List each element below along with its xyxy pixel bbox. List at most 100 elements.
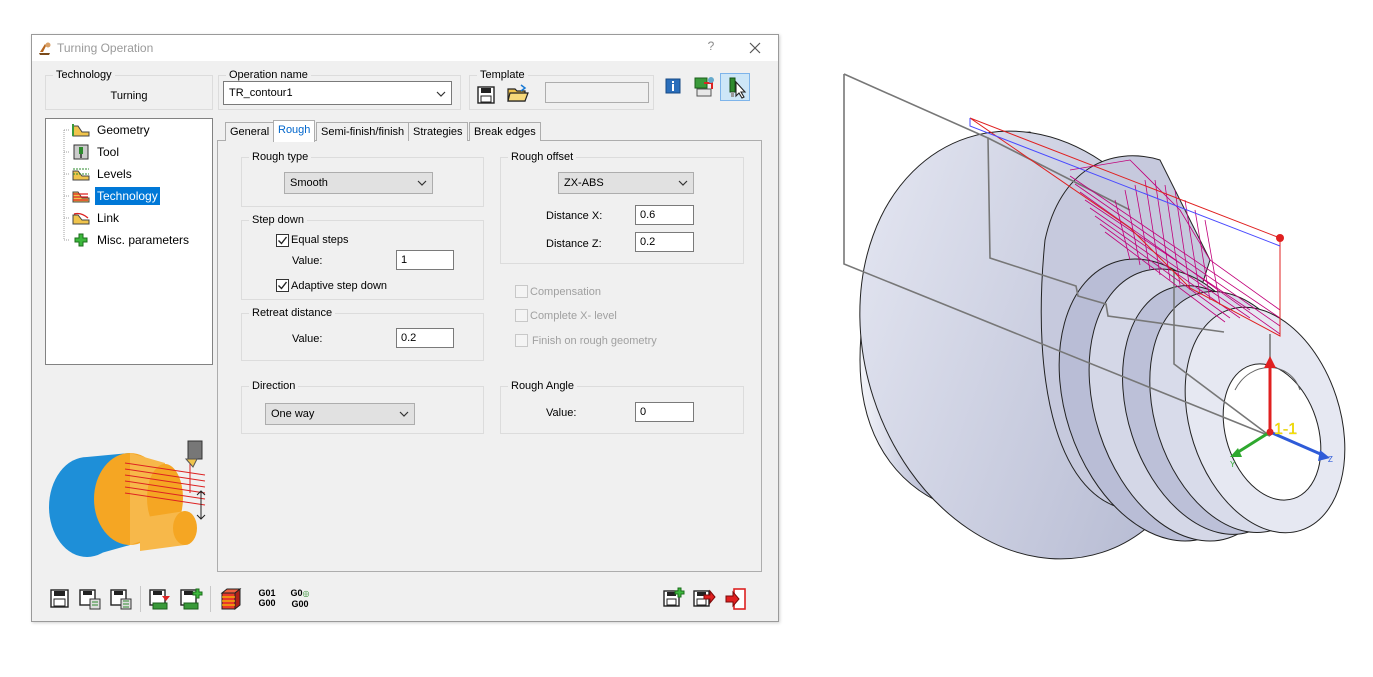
rough-type-value: Smooth [290, 177, 328, 189]
tab-general[interactable]: General [225, 122, 275, 141]
gcode-g01-button[interactable]: G01 G00 [254, 588, 280, 608]
gcode-g0-button[interactable]: G0◎ G00 [286, 588, 314, 609]
retreat-value-label: Value: [292, 333, 323, 345]
tree-item-label: Technology [95, 187, 160, 205]
step-value-label: Value: [292, 255, 323, 267]
finish-rough-label: Finish on rough geometry [532, 335, 657, 347]
save-copy-icon[interactable] [78, 587, 102, 611]
title-bar: Turning Operation ? [32, 35, 778, 61]
step-down-label: Step down [249, 214, 307, 226]
tab-semi-finish[interactable]: Semi-finish/finish [316, 122, 410, 141]
info-icon[interactable] [665, 78, 681, 94]
compensation-label: Compensation [530, 286, 601, 298]
levels-icon [72, 168, 90, 181]
turning-illustration [49, 440, 206, 557]
distance-z-label: Distance Z: [546, 238, 602, 250]
tab-rough[interactable]: Rough [273, 120, 316, 142]
rough-angle-field[interactable] [635, 402, 694, 422]
chevron-down-icon [436, 91, 446, 97]
retreat-value-input[interactable] [397, 329, 453, 347]
tab-strategies[interactable]: Strategies [408, 122, 468, 141]
tool-icon [73, 144, 89, 160]
rough-angle-input[interactable] [636, 403, 693, 421]
stock-icon[interactable] [219, 587, 243, 611]
step-value-input[interactable] [397, 251, 453, 269]
gcode-g00-text: G00 [258, 598, 276, 608]
gcode-g0-text: G0◎ [286, 588, 314, 599]
rough-offset-label: Rough offset [508, 151, 577, 163]
link-icon [72, 212, 90, 225]
technology-icon [72, 191, 90, 203]
help-button[interactable]: ? [696, 39, 726, 57]
rough-angle-group: Rough Angle [500, 380, 744, 434]
chevron-down-icon [399, 411, 409, 417]
rough-type-label: Rough type [249, 151, 312, 163]
save-next-icon[interactable] [692, 587, 716, 611]
complete-x-level-label: Complete X- level [530, 310, 617, 322]
plus-icon [74, 233, 88, 247]
equal-steps-checkbox[interactable] [276, 234, 289, 247]
gcode-circle-icon: ◎ [302, 589, 310, 598]
compensation-checkbox[interactable] [515, 285, 528, 298]
technology-value: Turning [110, 90, 148, 102]
gcode-g0-label: G0 [290, 588, 303, 598]
exit-icon[interactable] [724, 587, 748, 611]
window-title: Turning Operation [57, 41, 154, 55]
checkmark-icon [278, 281, 288, 290]
template-input [546, 83, 648, 102]
template-field [545, 82, 649, 103]
step-value-field[interactable] [396, 250, 454, 270]
distance-z-input[interactable] [636, 233, 693, 251]
distance-z-field[interactable] [635, 232, 694, 252]
navigation-tree: Geometry Tool Levels Technology Link Mis… [45, 118, 213, 365]
operation-name-label: Operation name [226, 69, 311, 81]
pick-tool-icon [729, 77, 747, 99]
axis-z-label: Z [1328, 455, 1333, 464]
template-label: Template [477, 69, 528, 81]
turning-operation-dialog: Turning Operation ? Technology Turning O… [31, 34, 779, 622]
app-icon [39, 42, 51, 55]
technology-group: Technology Turning [45, 69, 213, 110]
tree-item-label: Misc. parameters [97, 233, 190, 247]
rough-type-select[interactable]: Smooth [284, 172, 433, 194]
open-folder-icon[interactable] [506, 83, 530, 105]
rough-angle-value-label: Value: [546, 407, 577, 419]
rough-offset-select[interactable]: ZX-ABS [558, 172, 694, 194]
tree-item-label: Geometry [97, 123, 150, 137]
adaptive-step-checkbox[interactable] [276, 279, 289, 292]
tree-item-label: Tool [97, 145, 120, 159]
complete-x-level-checkbox[interactable] [515, 309, 528, 322]
distance-x-field[interactable] [635, 205, 694, 225]
distance-x-input[interactable] [636, 206, 693, 224]
simulation-icon[interactable] [692, 75, 716, 99]
save-all-icon[interactable] [109, 587, 133, 611]
finish-rough-checkbox[interactable] [515, 334, 528, 347]
gcode-g00b-text: G00 [291, 599, 309, 609]
adaptive-step-label: Adaptive step down [291, 280, 388, 292]
part-viewport[interactable]: 1-1 Y Z [830, 60, 1360, 570]
tab-break-edges[interactable]: Break edges [469, 122, 541, 141]
technology-group-label: Technology [53, 69, 115, 81]
distance-x-label: Distance X: [546, 210, 603, 222]
axis-y-label: Y [1230, 460, 1236, 469]
toolbar-separator [210, 586, 211, 612]
save-new-icon[interactable] [661, 587, 685, 611]
retreat-distance-label: Retreat distance [249, 307, 336, 319]
tree-item-label: Link [97, 211, 120, 225]
save-add-icon[interactable] [179, 587, 203, 611]
save-icon[interactable] [48, 587, 72, 611]
operation-name-combo[interactable]: TR_contour1 [223, 81, 452, 105]
select-tool-button[interactable] [720, 73, 750, 101]
close-icon[interactable] [744, 39, 766, 57]
save-template-icon[interactable] [476, 85, 496, 105]
direction-value: One way [271, 408, 315, 420]
retreat-value-field[interactable] [396, 328, 454, 348]
direction-select[interactable]: One way [265, 403, 415, 425]
rough-offset-value: ZX-ABS [564, 177, 604, 189]
chevron-down-icon [417, 180, 427, 186]
gcode-g01-text: G01 [258, 588, 276, 598]
coordinate-system-label: 1-1 [1274, 421, 1297, 438]
checkmark-icon [278, 236, 288, 245]
save-calculate-icon[interactable] [148, 587, 172, 611]
chevron-down-icon [678, 180, 688, 186]
